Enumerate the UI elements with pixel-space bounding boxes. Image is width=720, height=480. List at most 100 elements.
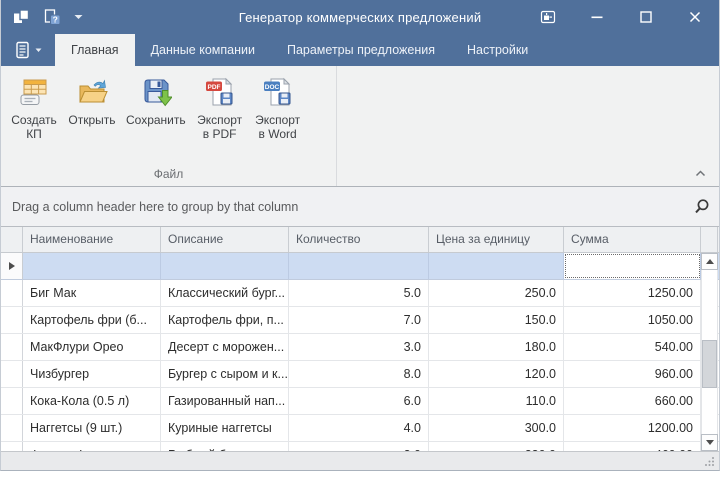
row-indicator[interactable] xyxy=(1,415,23,441)
cell-sum[interactable]: 1250.00 xyxy=(564,280,701,306)
button-label: Экспорт xyxy=(255,113,300,127)
column-header-stub xyxy=(701,227,718,252)
cell-unit-price[interactable]: 180.0 xyxy=(429,334,564,360)
scroll-thumb[interactable] xyxy=(702,340,717,388)
window-title: Генератор коммерческих предложений xyxy=(239,10,482,25)
cell-unit-price[interactable]: 230.0 xyxy=(429,442,564,451)
tab-nastroyki[interactable]: Настройки xyxy=(451,34,544,66)
row-indicator[interactable] xyxy=(1,361,23,387)
group-by-panel[interactable]: Drag a column header here to group by th… xyxy=(1,187,719,227)
cell-quantity[interactable]: 4.0 xyxy=(289,415,429,441)
cell-unit-price[interactable]: 300.0 xyxy=(429,415,564,441)
close-button[interactable] xyxy=(670,0,719,34)
maximize-button[interactable] xyxy=(621,0,670,34)
export-pdf-icon: PDF xyxy=(204,76,236,108)
row-indicator[interactable] xyxy=(1,388,23,414)
cell-quantity[interactable]: 5.0 xyxy=(289,280,429,306)
cell-name[interactable]: Биг Мак xyxy=(23,280,161,306)
cell-sum[interactable]: 960.00 xyxy=(564,361,701,387)
scroll-up-button[interactable] xyxy=(701,253,718,270)
create-kp-button[interactable]: Создать КП xyxy=(5,73,63,144)
minimize-button[interactable] xyxy=(572,0,621,34)
new-row-cell-sum-focused[interactable] xyxy=(564,253,701,279)
cell-description[interactable]: Газированный нап... xyxy=(161,388,289,414)
cell-description[interactable]: Картофель фри, п... xyxy=(161,307,289,333)
window-controls xyxy=(523,0,719,34)
cell-description[interactable]: Рыбный бургер с с... xyxy=(161,442,289,451)
app-window: ? Генератор коммерческих предложений xyxy=(0,0,720,471)
cell-unit-price[interactable]: 150.0 xyxy=(429,307,564,333)
cell-quantity[interactable]: 3.0 xyxy=(289,334,429,360)
qat-dropdown-icon[interactable] xyxy=(74,14,83,20)
row-indicator-header xyxy=(1,227,23,252)
search-button[interactable] xyxy=(693,198,710,215)
cell-description[interactable]: Десерт с морожен... xyxy=(161,334,289,360)
search-icon xyxy=(693,198,710,215)
app-menu-dropdown-icon xyxy=(35,48,42,53)
cell-name[interactable]: Кока-Кола (0.5 л) xyxy=(23,388,161,414)
cell-name[interactable]: Картофель фри (б... xyxy=(23,307,161,333)
grid-header-row: Наименование Описание Количество Цена за… xyxy=(1,227,719,253)
cell-unit-price[interactable]: 110.0 xyxy=(429,388,564,414)
scroll-down-button[interactable] xyxy=(701,434,718,451)
cell-sum[interactable]: 540.00 xyxy=(564,334,701,360)
create-proposal-icon xyxy=(18,76,50,108)
column-header-quantity[interactable]: Количество xyxy=(289,227,429,252)
cell-quantity[interactable]: 6.0 xyxy=(289,388,429,414)
vertical-scrollbar[interactable] xyxy=(701,253,718,451)
button-label: Открыть xyxy=(68,113,115,127)
cell-sum[interactable]: 660.00 xyxy=(564,388,701,414)
cascade-windows-icon[interactable] xyxy=(13,9,30,25)
row-indicator[interactable] xyxy=(1,442,23,451)
new-item-row xyxy=(1,253,719,280)
cell-description[interactable]: Бургер с сыром и к... xyxy=(161,361,289,387)
new-row-cell-name[interactable] xyxy=(23,253,161,279)
cell-name[interactable]: Чизбургер xyxy=(23,361,161,387)
cell-unit-price[interactable]: 120.0 xyxy=(429,361,564,387)
new-row-indicator xyxy=(1,253,23,279)
cell-name[interactable]: Наггетсы (9 шт.) xyxy=(23,415,161,441)
resize-grip[interactable] xyxy=(704,456,715,467)
new-row-cell-unit-price[interactable] xyxy=(429,253,564,279)
button-label: Сохранить xyxy=(126,113,186,127)
row-indicator[interactable] xyxy=(1,334,23,360)
save-icon xyxy=(140,76,172,108)
cell-description[interactable]: Куриные наггетсы xyxy=(161,415,289,441)
scroll-track[interactable] xyxy=(701,270,718,434)
cell-quantity[interactable]: 8.0 xyxy=(289,361,429,387)
cell-description[interactable]: Классический бург... xyxy=(161,280,289,306)
table-row: Наггетсы (9 шт.) Куриные наггетсы 4.0 30… xyxy=(1,415,719,442)
open-button[interactable]: Открыть xyxy=(63,73,121,130)
tab-glavnaya[interactable]: Главная xyxy=(55,34,135,66)
table-row: Картофель фри (б... Картофель фри, п... … xyxy=(1,307,719,334)
column-header-unit-price[interactable]: Цена за единицу xyxy=(429,227,564,252)
export-pdf-button[interactable]: PDF Экспорт в PDF xyxy=(191,73,249,144)
proposal-items-grid: Наименование Описание Количество Цена за… xyxy=(1,227,719,451)
cell-sum[interactable]: 1050.00 xyxy=(564,307,701,333)
tab-dannye-kompanii[interactable]: Данные компании xyxy=(135,34,271,66)
column-header-name[interactable]: Наименование xyxy=(23,227,161,252)
row-indicator[interactable] xyxy=(1,280,23,306)
row-indicator[interactable] xyxy=(1,307,23,333)
save-button[interactable]: Сохранить xyxy=(121,73,191,130)
cell-name[interactable]: Филе-о-Фиш xyxy=(23,442,161,451)
cell-unit-price[interactable]: 250.0 xyxy=(429,280,564,306)
ribbon-collapse-button[interactable] xyxy=(693,168,707,178)
cell-sum[interactable]: 1200.00 xyxy=(564,415,701,441)
new-row-cell-quantity[interactable] xyxy=(289,253,429,279)
column-header-description[interactable]: Описание xyxy=(161,227,289,252)
export-word-button[interactable]: DOC Экспорт в Word xyxy=(249,73,307,144)
help-file-icon[interactable]: ? xyxy=(43,9,61,26)
column-header-sum[interactable]: Сумма xyxy=(564,227,701,252)
app-menu-button[interactable] xyxy=(1,34,55,66)
cell-name[interactable]: МакФлури Орео xyxy=(23,334,161,360)
cell-sum[interactable]: 460.00 xyxy=(564,442,701,451)
window-box-icon[interactable] xyxy=(523,0,572,34)
export-word-icon: DOC xyxy=(262,76,294,108)
cell-quantity[interactable]: 2.0 xyxy=(289,442,429,451)
focused-row-arrow-icon xyxy=(9,262,15,270)
doc-badge-text: DOC xyxy=(264,84,279,91)
cell-quantity[interactable]: 7.0 xyxy=(289,307,429,333)
tab-parametry-predlozheniya[interactable]: Параметры предложения xyxy=(271,34,451,66)
new-row-cell-description[interactable] xyxy=(161,253,289,279)
